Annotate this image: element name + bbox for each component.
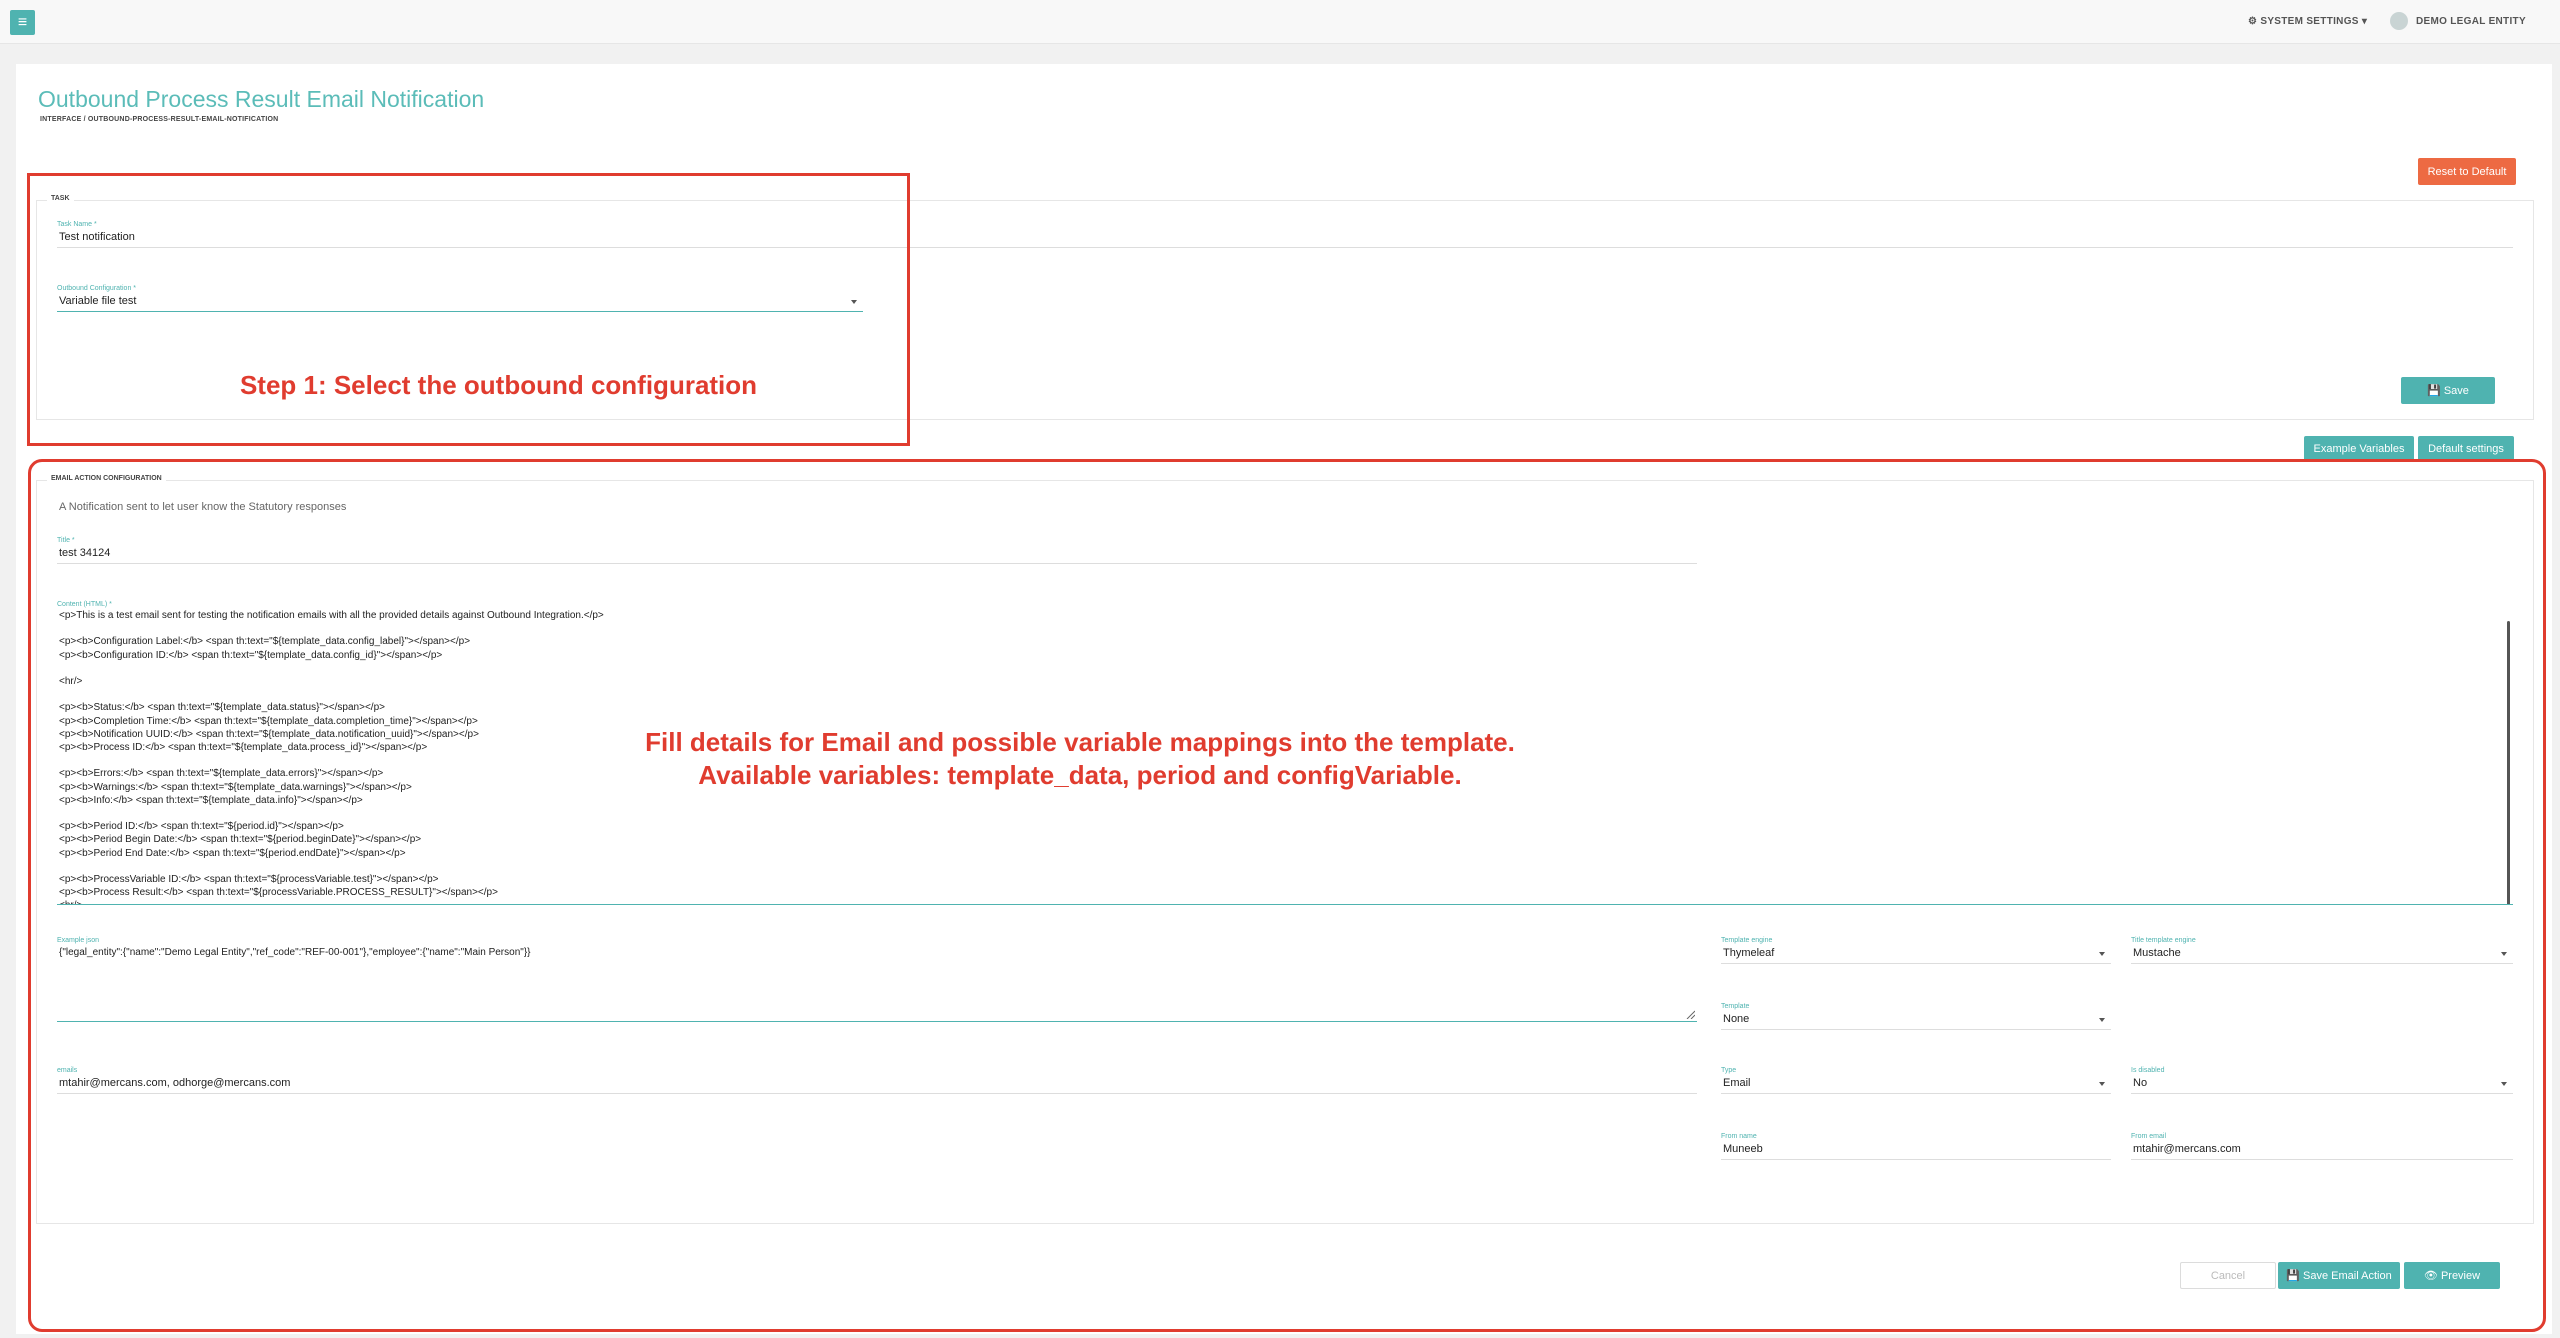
top-bar: ≡ ⚙ SYSTEM SETTINGS ▾ DEMO LEGAL ENTITY — [0, 0, 2560, 44]
step2-annotation-line1: Fill details for Email and possible vari… — [645, 727, 1515, 757]
task-save-button[interactable]: 💾 Save — [2401, 377, 2495, 404]
entity-avatar[interactable] — [2390, 12, 2408, 30]
step2-annotation-line2: Available variables: template_data, peri… — [698, 760, 1462, 790]
step1-highlight-box — [27, 173, 910, 446]
legal-entity-menu[interactable]: DEMO LEGAL ENTITY — [2416, 16, 2526, 27]
step2-annotation: Fill details for Email and possible vari… — [480, 726, 1680, 792]
step1-annotation: Step 1: Select the outbound configuratio… — [239, 370, 758, 400]
breadcrumb: INTERFACE / OUTBOUND-PROCESS-RESULT-EMAI… — [40, 116, 279, 123]
reset-to-default-button[interactable]: Reset to Default — [2418, 158, 2516, 185]
system-settings-menu[interactable]: ⚙ SYSTEM SETTINGS ▾ — [2248, 16, 2367, 27]
hamburger-menu-icon[interactable]: ≡ — [10, 10, 35, 35]
step2-highlight-box — [28, 459, 2546, 1332]
page-title: Outbound Process Result Email Notificati… — [38, 86, 485, 112]
